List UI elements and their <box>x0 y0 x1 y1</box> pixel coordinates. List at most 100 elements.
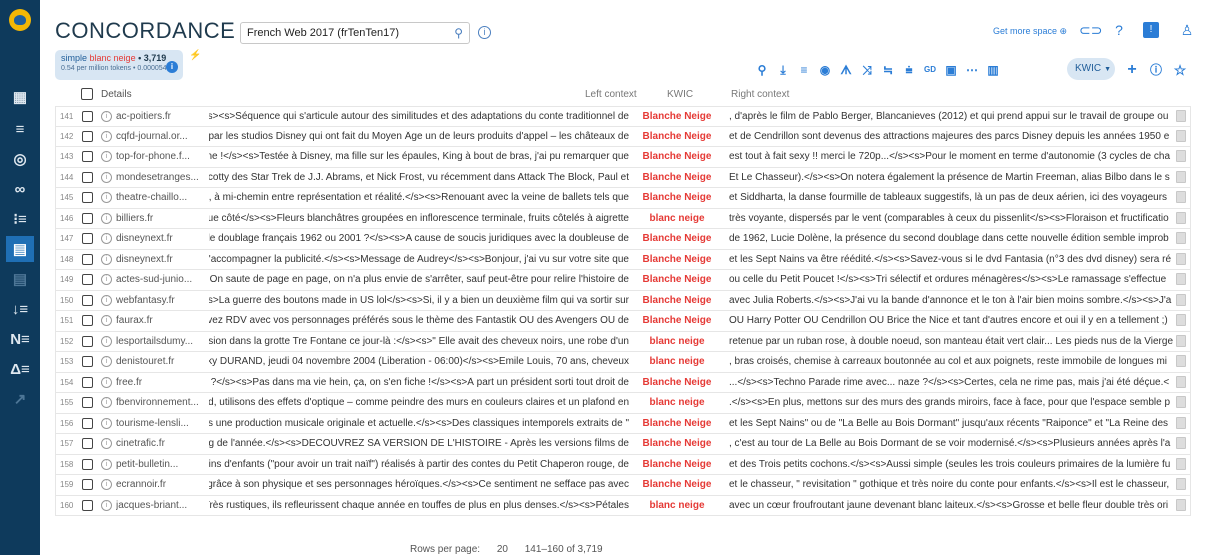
source-domain[interactable]: faurax.fr <box>116 315 202 326</box>
copy-icon[interactable] <box>1176 129 1186 142</box>
info-icon[interactable]: i <box>101 274 112 285</box>
info-icon[interactable]: i <box>101 192 112 203</box>
kwic-term[interactable]: Blanche Neige <box>629 295 725 306</box>
corpus-info-icon[interactable]: i <box>478 26 491 39</box>
copy-icon[interactable] <box>1176 416 1186 429</box>
table-row[interactable]: 146 i billiers.fr haque côté</s><s>Fleurs b… <box>55 208 1191 229</box>
source-domain[interactable]: free.fr <box>116 377 202 388</box>
row-checkbox[interactable] <box>82 212 93 224</box>
corpus-selector[interactable]: French Web 2017 (frTenTen17) ⚲ <box>240 22 470 44</box>
source-domain[interactable]: tourisme-lensli... <box>116 418 202 429</box>
source-domain[interactable]: ecrannoir.fr <box>116 479 202 490</box>
info-icon[interactable]: i <box>101 171 112 183</box>
get-more-space-link[interactable]: Get more space ⊕ <box>993 26 1067 37</box>
source-domain[interactable]: top-for-phone.f... <box>116 151 202 162</box>
table-row[interactable]: 141 i ac-poitiers.fr e.</s><s>Séquence qui … <box>55 106 1191 127</box>
kwic-term[interactable]: Blanche Neige <box>629 315 725 326</box>
filter-lines-icon[interactable]: ⩧ <box>901 62 917 78</box>
kwic-term[interactable]: blanc neige <box>629 213 725 224</box>
star-icon[interactable]: ☆ <box>1172 62 1188 78</box>
table-row[interactable]: 158 i petit-bulletin... dessins d'enfants (… <box>55 454 1191 475</box>
row-checkbox[interactable] <box>82 458 93 470</box>
feedback-icon[interactable]: ! <box>1143 22 1159 38</box>
user-icon[interactable]: ♙ <box>1179 22 1195 38</box>
row-checkbox[interactable] <box>82 356 93 367</box>
info-icon[interactable]: i <box>101 335 112 347</box>
info-icon[interactable]: i <box>101 212 112 224</box>
table-row[interactable]: 145 i theatre-chaillo... nces, à mi-chemin … <box>55 188 1191 209</box>
table-row[interactable]: 147 i disneynext.fr era le doublage françai… <box>55 229 1191 250</box>
copy-icon[interactable] <box>1176 355 1186 367</box>
sketch-engine-logo-icon[interactable] <box>9 9 31 31</box>
kwic-term[interactable]: Blanche Neige <box>629 254 725 265</box>
rows-per-page-select[interactable]: 20 <box>497 544 508 555</box>
copy-icon[interactable] <box>1176 232 1186 244</box>
copy-icon[interactable] <box>1176 293 1186 306</box>
row-checkbox[interactable] <box>82 417 93 429</box>
add-icon[interactable]: + <box>1124 62 1140 78</box>
table-row[interactable]: 142 i cqfd-journal.or... ites par les studi… <box>55 126 1191 147</box>
copy-icon[interactable] <box>1176 211 1186 224</box>
source-domain[interactable]: billiers.fr <box>116 213 202 224</box>
info-icon[interactable]: i <box>101 376 112 388</box>
sort-list-icon[interactable]: ↓≡ <box>6 296 34 322</box>
info-icon[interactable]: i <box>101 315 112 326</box>
query-summary[interactable]: simple blanc neige • 3,719 0.54 per mill… <box>55 50 183 80</box>
copy-icon[interactable] <box>1176 375 1186 388</box>
table-row[interactable]: 156 i tourisme-lensli... avers une producti… <box>55 413 1191 434</box>
source-domain[interactable]: lesportailsdumy... <box>116 336 202 347</box>
copy-icon[interactable] <box>1176 498 1186 511</box>
info-icon[interactable]: i <box>101 438 112 449</box>
source-domain[interactable]: fbenvironnement... <box>116 397 202 408</box>
source-domain[interactable]: cqfd-journal.or... <box>116 131 202 142</box>
chart-icon[interactable]: ▥ <box>985 62 1001 78</box>
source-domain[interactable]: webfantasy.fr <box>116 295 202 306</box>
source-domain[interactable]: ac-poitiers.fr <box>116 111 202 122</box>
source-domain[interactable]: jacques-briant... <box>116 500 202 511</box>
source-domain[interactable]: disneynext.fr <box>116 254 202 265</box>
info-icon[interactable]: ⓘ <box>1148 62 1164 78</box>
kwic-term[interactable]: blanc neige <box>629 356 725 367</box>
collocations-icon[interactable]: ⋯ <box>964 62 980 78</box>
table-row[interactable]: 148 i disneynext.fr fin d'accompagner la pu… <box>55 249 1191 270</box>
kwic-term[interactable]: Blanche Neige <box>629 192 725 203</box>
copy-icon[interactable] <box>1176 457 1186 470</box>
help-icon[interactable]: ? <box>1111 22 1127 38</box>
copy-icon[interactable] <box>1176 478 1186 490</box>
info-icon[interactable]: i <box>101 499 112 511</box>
kwic-term[interactable]: Blanche Neige <box>629 274 725 285</box>
select-all-checkbox[interactable] <box>81 88 93 100</box>
info-icon[interactable]: i <box>101 294 112 306</box>
ngram-icon[interactable]: N≡ <box>6 326 34 352</box>
row-checkbox[interactable] <box>82 438 93 449</box>
table-row[interactable]: 153 i denistouret.fr Jacky DURAND, jeudi 04… <box>55 352 1191 373</box>
info-icon[interactable]: i <box>101 111 112 122</box>
info-icon[interactable]: i <box>101 130 112 142</box>
row-checkbox[interactable] <box>82 294 93 306</box>
copy-icon[interactable] <box>1176 191 1186 203</box>
source-domain[interactable]: cinetrafic.fr <box>116 438 202 449</box>
kwic-term[interactable]: Blanche Neige <box>629 233 725 244</box>
keywords-icon[interactable]: Δ≡ <box>6 356 34 382</box>
eye-icon[interactable]: ◉ <box>817 62 833 78</box>
list-bullets-icon[interactable]: ⁝≡ <box>6 206 34 232</box>
copy-icon[interactable] <box>1176 150 1186 162</box>
info-icon[interactable]: i <box>101 458 112 470</box>
trends-icon[interactable]: ↗ <box>6 386 34 412</box>
search-icon[interactable]: ⚲ <box>454 26 463 40</box>
row-checkbox[interactable] <box>82 315 93 326</box>
kwic-term[interactable]: Blanche Neige <box>629 172 725 183</box>
concordance-icon[interactable]: ▤ <box>6 236 34 262</box>
list-icon[interactable]: ≡ <box>6 116 34 142</box>
table-row[interactable]: 143 i top-for-phone.f... bonne !</s><s>Test… <box>55 147 1191 168</box>
kwic-term[interactable]: Blanche Neige <box>629 377 725 388</box>
table-row[interactable]: 144 i mondesetranges... au Scotty des Star … <box>55 167 1191 188</box>
source-domain[interactable]: denistouret.fr <box>116 356 202 367</box>
sort-icon[interactable]: ≒ <box>880 62 896 78</box>
kwic-term[interactable]: Blanche Neige <box>629 131 725 142</box>
kwic-term[interactable]: Blanche Neige <box>629 438 725 449</box>
table-row[interactable]: 152 i lesportailsdumy... sa vision dans la … <box>55 331 1191 352</box>
view-options-icon[interactable]: ≡ <box>796 62 812 78</box>
info-icon[interactable]: i <box>101 356 112 367</box>
kwic-term[interactable]: Blanche Neige <box>629 479 725 490</box>
